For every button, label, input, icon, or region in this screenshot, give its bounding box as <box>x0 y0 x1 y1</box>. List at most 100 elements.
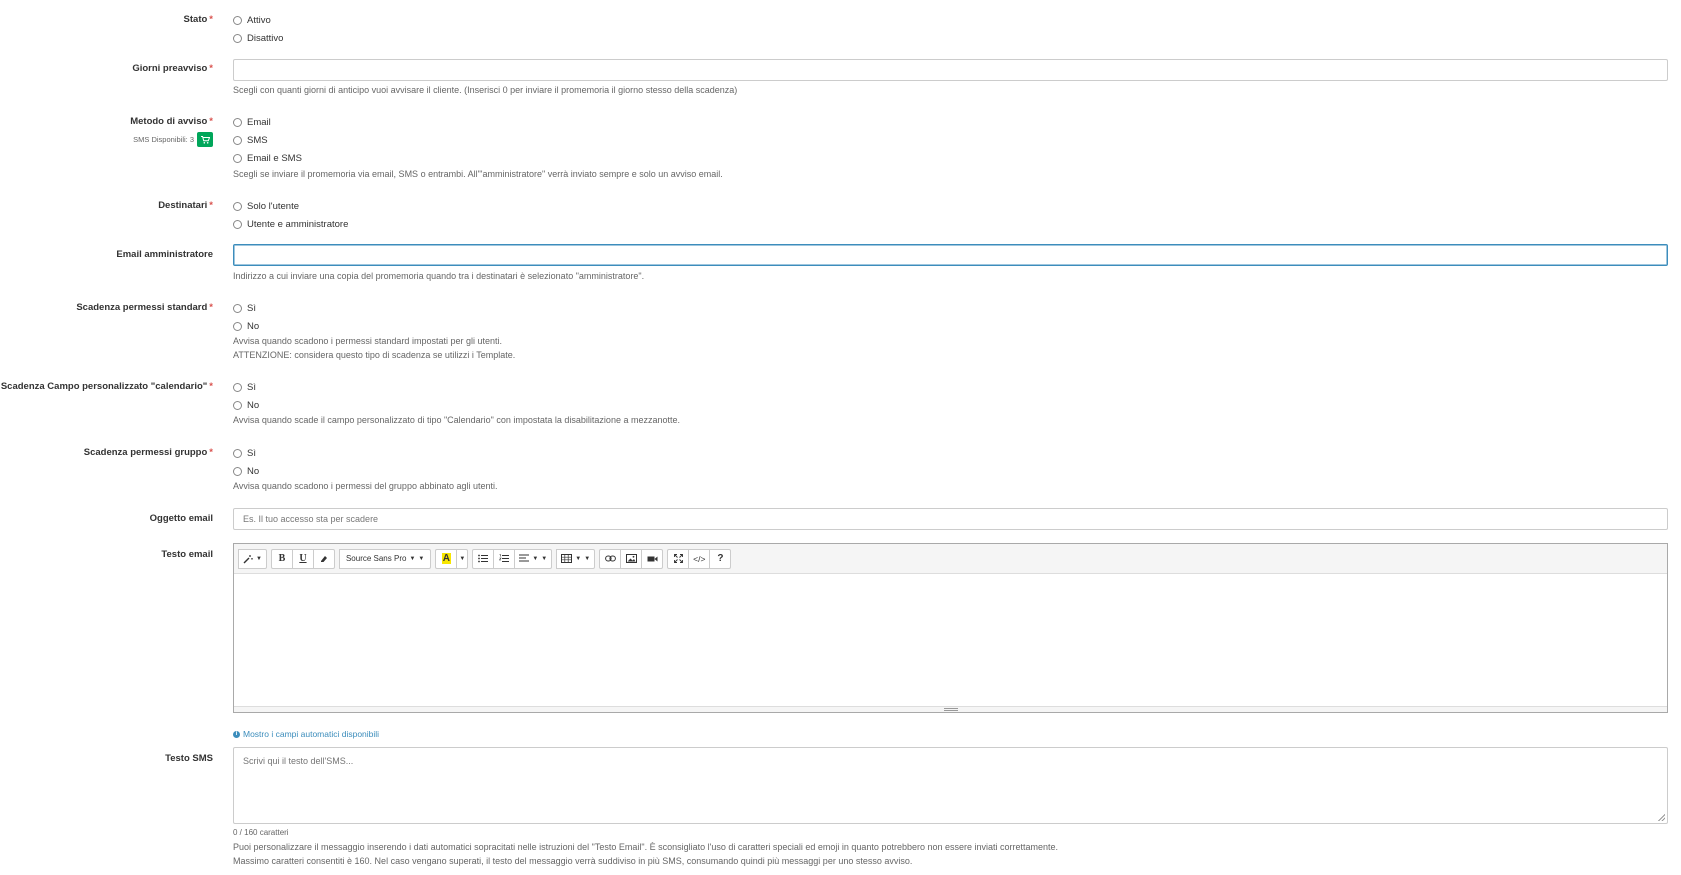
table-group: ▼ ▼ <box>556 548 596 569</box>
metodo-option-email-sms[interactable]: Email e SMS <box>233 151 302 165</box>
metodo-avviso-help: Scegli se inviare il promemoria via emai… <box>233 169 723 179</box>
underline-button[interactable]: U <box>291 548 314 569</box>
scadenza-gruppo-option-no[interactable]: No <box>233 464 259 478</box>
radio-button[interactable] <box>233 321 242 331</box>
sms-char-counter: 0 / 160 caratteri <box>233 828 289 837</box>
help-button[interactable]: ? <box>709 548 732 569</box>
chevron-down-icon: ▼ <box>418 555 425 562</box>
radio-button[interactable] <box>233 33 242 43</box>
table-icon <box>561 554 573 563</box>
video-button[interactable] <box>641 548 664 569</box>
unordered-list-icon <box>478 554 489 563</box>
editor-toolbar: ▼ B U Source Sans Pro ▼ ▼ A ▼ ▼ ▼ ▼ ▼ </… <box>234 544 1667 574</box>
unordered-list-button[interactable] <box>472 548 495 569</box>
radio-button[interactable] <box>233 400 242 410</box>
fullscreen-button[interactable] <box>667 548 690 569</box>
code-view-icon: </> <box>693 553 706 564</box>
radio-button[interactable] <box>233 153 242 163</box>
radio-button[interactable] <box>233 382 242 392</box>
code-view-button[interactable]: </> <box>688 548 711 569</box>
bold-button[interactable]: B <box>270 548 293 569</box>
scadenza-calendario-help: Avvisa quando scade il campo personalizz… <box>233 415 680 425</box>
testo-sms-limit-help: Massimo caratteri consentiti è 160. Nel … <box>233 856 913 866</box>
font-color-button[interactable]: A <box>435 548 458 569</box>
fullscreen-icon <box>673 554 683 563</box>
testo-sms-textarea[interactable] <box>233 747 1668 824</box>
radio-button[interactable] <box>233 466 242 476</box>
destinatari-option-utente[interactable]: Solo l'utente <box>233 199 299 213</box>
underline-icon: U <box>299 553 307 564</box>
radio-button[interactable] <box>233 15 242 25</box>
chevron-down-icon: ▼ <box>575 555 582 562</box>
link-button[interactable] <box>599 548 622 569</box>
resize-handle-icon[interactable] <box>1658 814 1665 821</box>
buy-sms-button[interactable] <box>197 132 213 147</box>
ordered-list-button[interactable] <box>493 548 516 569</box>
link-icon <box>604 555 616 562</box>
color-dropdown-button[interactable]: ▼ <box>456 548 469 569</box>
style-group: ▼ <box>238 548 267 569</box>
email-amministratore-input[interactable] <box>233 244 1668 266</box>
oggetto-email-label: Oggetto email <box>149 513 213 524</box>
auto-fields-link[interactable]: i Mostro i campi automatici disponibili <box>233 729 379 739</box>
insert-group <box>599 548 664 569</box>
scadenza-calendario-option-no[interactable]: No <box>233 398 259 412</box>
help-icon: ? <box>717 553 724 564</box>
chevron-down-icon: ▼ <box>541 555 548 562</box>
clear-format-button[interactable] <box>312 548 335 569</box>
chevron-down-icon: ▼ <box>532 555 539 562</box>
metodo-option-sms[interactable]: SMS <box>233 133 268 147</box>
scadenza-standard-warning: ATTENZIONE: considera questo tipo di sca… <box>233 350 516 360</box>
grip-icon <box>943 708 958 711</box>
stato-option-attivo[interactable]: Attivo <box>233 13 271 27</box>
bold-icon: B <box>278 553 286 564</box>
stato-option-disattivo[interactable]: Disattivo <box>233 31 283 45</box>
required-mark: * <box>209 116 213 127</box>
scadenza-gruppo-help: Avvisa quando scadono i permessi del gru… <box>233 481 498 491</box>
scadenza-standard-option-si[interactable]: Sì <box>233 301 256 315</box>
scadenza-standard-option-no[interactable]: No <box>233 319 259 333</box>
radio-button[interactable] <box>233 201 242 211</box>
editor-content-area[interactable] <box>234 574 1667 706</box>
picture-button[interactable] <box>620 548 643 569</box>
metodo-avviso-label: Metodo di avviso * <box>130 116 213 127</box>
testo-sms-field[interactable] <box>234 748 1667 823</box>
email-amministratore-field[interactable] <box>234 245 1667 265</box>
required-mark: * <box>209 200 213 211</box>
rich-text-editor[interactable]: ▼ B U Source Sans Pro ▼ ▼ A ▼ ▼ ▼ ▼ ▼ </… <box>233 543 1668 713</box>
metodo-option-email[interactable]: Email <box>233 115 271 129</box>
radio-button[interactable] <box>233 117 242 127</box>
align-icon <box>519 554 530 562</box>
font-color-icon: A <box>441 553 451 564</box>
giorni-preavviso-field[interactable] <box>234 60 1667 80</box>
ordered-list-icon <box>499 554 510 562</box>
radio-button[interactable] <box>233 448 242 458</box>
font-family-dropdown[interactable]: Source Sans Pro ▼ ▼ <box>338 548 432 569</box>
font-name-label: Source Sans Pro <box>345 554 407 563</box>
testo-sms-help: Puoi personalizzare il messaggio inseren… <box>233 842 1059 852</box>
required-mark: * <box>209 14 213 25</box>
stato-label: Stato * <box>183 14 213 25</box>
testo-sms-label: Testo SMS <box>165 753 213 764</box>
radio-button[interactable] <box>233 219 242 229</box>
oggetto-email-input[interactable] <box>233 508 1668 530</box>
video-icon <box>647 556 658 561</box>
scadenza-gruppo-label: Scadenza permessi gruppo * <box>83 447 213 458</box>
editor-resize-handle[interactable] <box>234 706 1667 712</box>
scadenza-gruppo-option-si[interactable]: Sì <box>233 446 256 460</box>
email-amministratore-label: Email amministratore <box>116 249 213 260</box>
info-icon: i <box>233 730 240 738</box>
radio-button[interactable] <box>233 303 242 313</box>
style-dropdown-button[interactable]: ▼ <box>238 548 267 569</box>
destinatari-option-utente-admin[interactable]: Utente e amministratore <box>233 217 348 231</box>
email-amministratore-help: Indirizzo a cui inviare una copia del pr… <box>233 271 645 281</box>
chevron-down-icon: ▼ <box>584 555 591 562</box>
oggetto-email-field[interactable] <box>234 509 1667 529</box>
scadenza-standard-help: Avvisa quando scadono i permessi standar… <box>233 336 502 346</box>
magic-wand-icon <box>243 554 253 563</box>
giorni-preavviso-input[interactable] <box>233 59 1668 81</box>
scadenza-calendario-option-si[interactable]: Sì <box>233 380 256 394</box>
table-dropdown-button[interactable]: ▼ ▼ <box>556 548 596 569</box>
radio-button[interactable] <box>233 135 242 145</box>
align-dropdown-button[interactable]: ▼ ▼ <box>514 548 553 569</box>
